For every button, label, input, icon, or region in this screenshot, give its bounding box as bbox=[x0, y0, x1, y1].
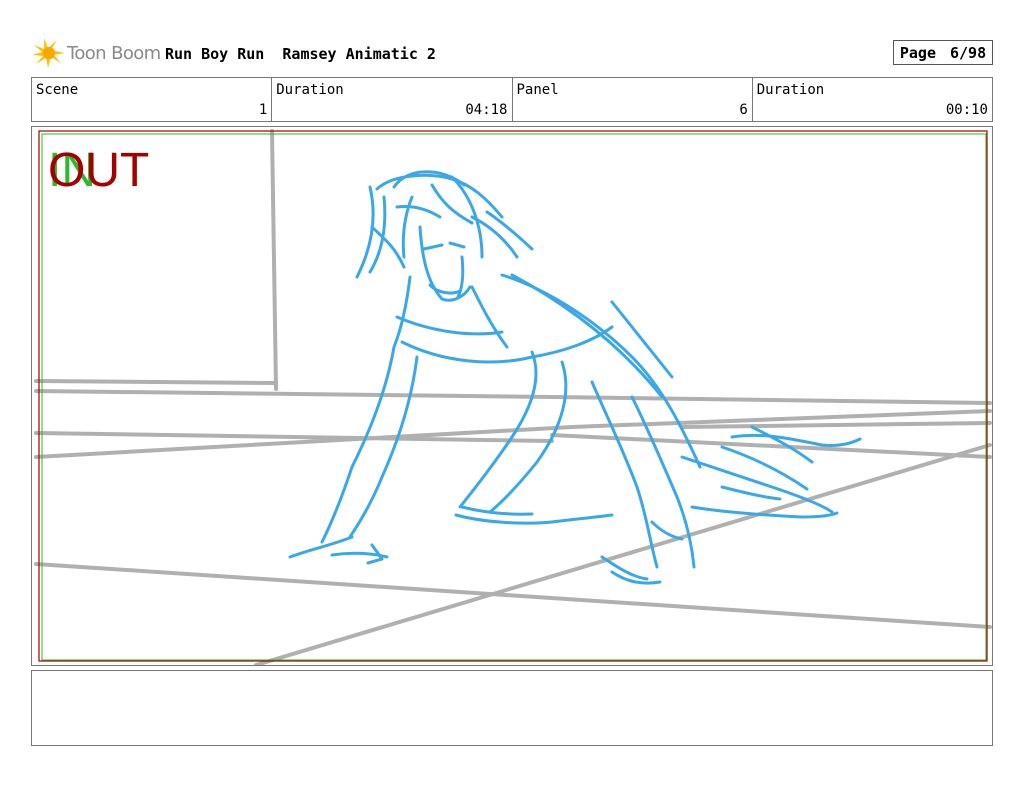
page-number: 6/98 bbox=[950, 43, 987, 62]
page-label: Page bbox=[899, 43, 936, 62]
panel-notes-box[interactable] bbox=[31, 670, 993, 746]
scene-label: Scene bbox=[36, 82, 79, 98]
panel-label: Panel bbox=[516, 82, 559, 98]
scene-duration-value: 04:18 bbox=[465, 102, 508, 118]
panel-duration-cell: Duration 00:10 bbox=[753, 78, 992, 121]
scene-duration-label: Duration bbox=[276, 82, 344, 98]
panel-info-table: Scene 1 Duration 04:18 Panel 6 Duration … bbox=[31, 77, 993, 122]
scene-duration-cell: Duration 04:18 bbox=[272, 78, 513, 121]
storyboard-header: Toon Boom Run Boy Run Ramsey Animatic 2 … bbox=[31, 36, 993, 70]
layout-lines bbox=[34, 129, 992, 665]
panel-duration-value: 00:10 bbox=[945, 102, 988, 118]
out-label: OUT bbox=[48, 144, 150, 197]
panel-value: 6 bbox=[739, 102, 748, 118]
character-sketch bbox=[288, 170, 862, 585]
starburst-icon bbox=[32, 38, 65, 68]
scene-cell: Scene 1 bbox=[32, 78, 273, 121]
project-title: Run Boy Run Ramsey Animatic 2 bbox=[165, 45, 436, 63]
logo-text: Toon Boom bbox=[67, 42, 161, 64]
toon-boom-logo: Toon Boom bbox=[31, 36, 161, 70]
panel-drawing bbox=[34, 129, 992, 665]
scene-value: 1 bbox=[258, 102, 268, 118]
page-indicator: Page 6/98 bbox=[893, 40, 993, 65]
panel-cell: Panel 6 bbox=[513, 78, 753, 121]
storyboard-panel-image[interactable]: IN OUT bbox=[31, 126, 993, 666]
panel-duration-label: Duration bbox=[756, 82, 825, 98]
